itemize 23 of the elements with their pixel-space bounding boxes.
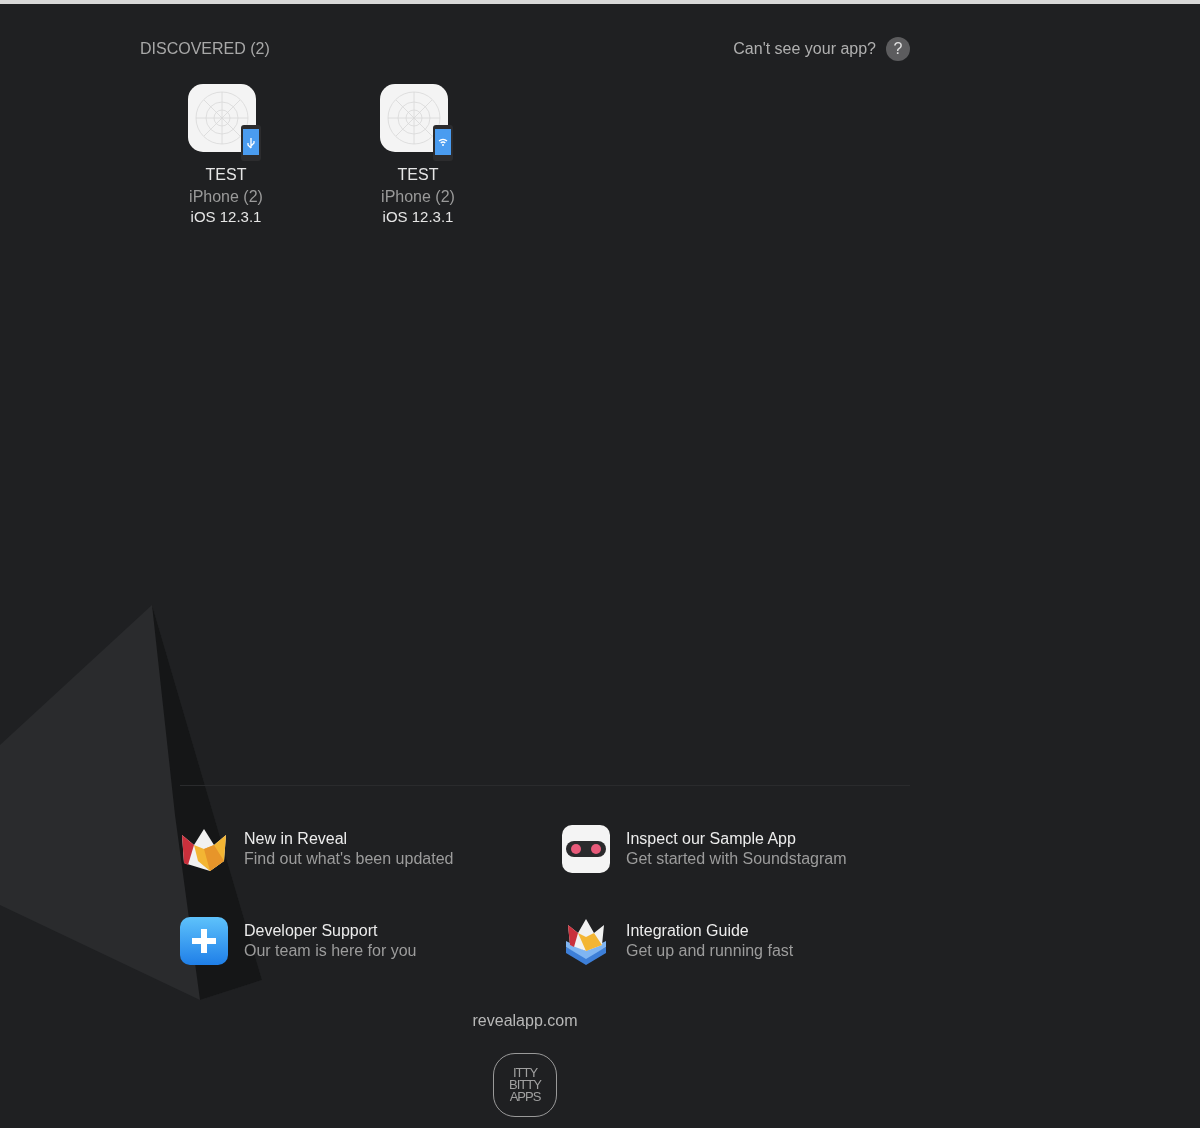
link-subtitle: Get up and running fast [626,941,794,961]
plus-icon [180,917,228,965]
cassette-icon [562,825,610,873]
logo-text: BITTY [509,1079,541,1091]
website-link[interactable]: revealapp.com [472,1009,578,1033]
app-name: TEST [397,165,439,185]
link-subtitle: Get started with Soundstagram [626,849,847,869]
os-version: iOS 12.3.1 [190,209,262,225]
link-title[interactable]: Inspect our Sample App [626,829,847,849]
link-title[interactable]: Integration Guide [626,921,794,941]
logo-text: ITTY [512,1067,538,1079]
link-title[interactable]: New in Reveal [244,829,454,849]
link-subtitle: Find out what's been updated [244,849,454,869]
section-heading: DISCOVERED (2) [140,39,270,59]
help-link[interactable]: Can't see your app? [733,37,876,61]
device-name: iPhone (2) [381,187,455,207]
logo-text: APPS [509,1091,541,1103]
app-name: TEST [205,165,247,185]
os-version: iOS 12.3.1 [382,209,454,225]
help-button[interactable]: ? [886,37,910,61]
link-subtitle: Our team is here for you [244,941,417,961]
device-name: iPhone (2) [189,187,263,207]
link-title[interactable]: Developer Support [244,921,417,941]
